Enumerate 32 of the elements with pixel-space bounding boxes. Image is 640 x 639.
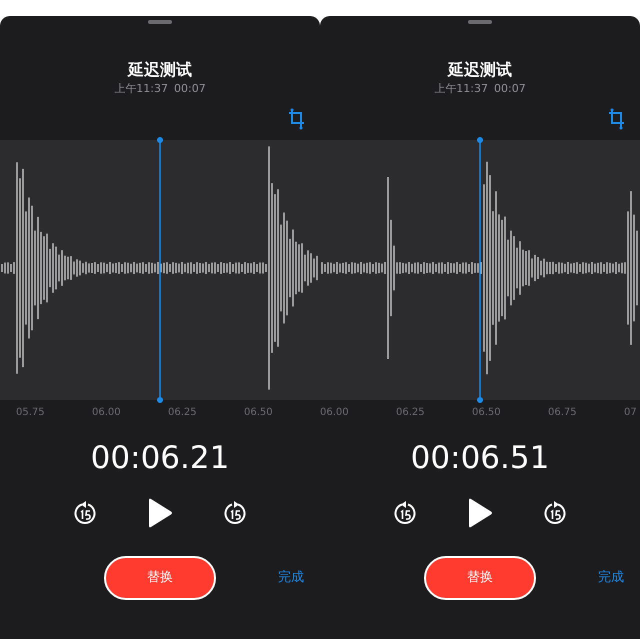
trim-icon[interactable] (608, 108, 626, 130)
trim-icon[interactable] (288, 108, 306, 130)
time-tick-label: 06.00 (320, 406, 350, 420)
done-button[interactable]: 完成 (598, 568, 624, 588)
skip-back-15-icon[interactable] (73, 500, 97, 526)
recording-title: 延迟测试 (128, 60, 192, 80)
replace-button[interactable]: 替换 (424, 556, 536, 600)
skip-forward-15-icon[interactable] (543, 500, 567, 526)
elapsed-time: 00:06.21 (90, 440, 230, 476)
recording-title: 延迟测试 (448, 60, 512, 80)
time-tick-label: 06.25 (168, 406, 198, 420)
time-tick-label: 05.75 (16, 406, 46, 420)
play-icon[interactable] (147, 498, 173, 528)
recording-duration: 00:07 (494, 82, 526, 96)
recording-date: 上午11:37 (434, 82, 488, 96)
skip-back-15-icon[interactable] (393, 500, 417, 526)
time-tick-label: 06.25 (396, 406, 426, 420)
time-tick-label: 06.50 (472, 406, 502, 420)
playhead[interactable] (476, 137, 484, 403)
recording-duration: 00:07 (174, 82, 206, 96)
grabber-handle[interactable] (148, 20, 172, 24)
time-tick-label: 07 (624, 406, 638, 420)
grabber-handle[interactable] (468, 20, 492, 24)
skip-forward-15-icon[interactable] (223, 500, 247, 526)
recording-date: 上午11:37 (114, 82, 168, 96)
play-icon[interactable] (467, 498, 493, 528)
time-tick-label: 06.75 (548, 406, 578, 420)
elapsed-time: 00:06.51 (410, 440, 550, 476)
time-tick-label: 06.00 (92, 406, 122, 420)
time-tick-label: 06.50 (244, 406, 274, 420)
replace-button[interactable]: 替换 (104, 556, 216, 600)
done-button[interactable]: 完成 (278, 568, 304, 588)
